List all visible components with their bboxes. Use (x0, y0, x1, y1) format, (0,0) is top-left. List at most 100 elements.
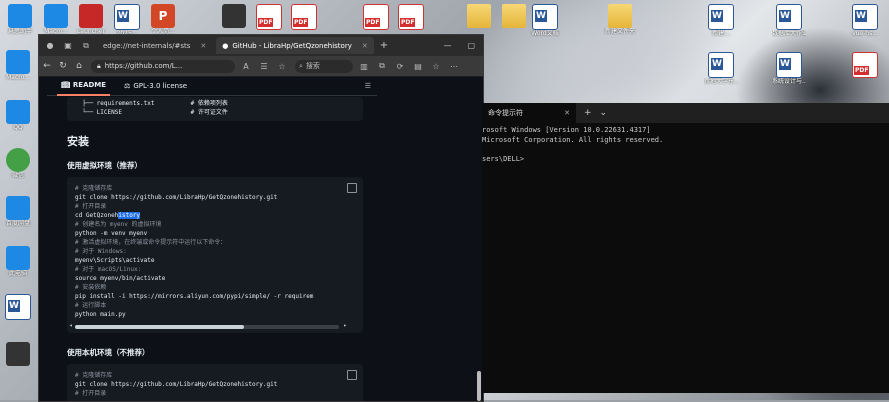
readme-nav: 📖︎ README ⚖︎ GPL-3.0 license ☰ (47, 77, 377, 96)
local-code-block: # 克隆储存库 git clone https://github.com/Libr… (67, 364, 363, 401)
folder-icon (502, 4, 526, 28)
desktop-icon[interactable] (497, 4, 531, 28)
desktop-icon[interactable]: Macro... (1, 50, 35, 81)
copy-icon[interactable] (347, 370, 357, 380)
more-icon[interactable]: ⋯ (447, 62, 461, 71)
desktop-icon-label: 微信 (11, 172, 24, 179)
code-line: # 打开目录 (75, 390, 107, 397)
desktop-icon[interactable]: 2025... (110, 4, 144, 37)
desktop-icon-label: Word文档 (531, 30, 559, 37)
desktop-icon[interactable]: Word文档 (528, 4, 562, 37)
close-tab-icon[interactable]: ✕ (362, 42, 368, 50)
back-icon[interactable]: ← (39, 61, 55, 71)
scroll-left-icon[interactable]: ◂ (69, 321, 73, 330)
code-line: # 对于 Windows: (75, 248, 127, 255)
readme-tab[interactable]: 📖︎ README (57, 77, 111, 96)
maximize-icon[interactable]: ▢ (467, 41, 475, 50)
url-input[interactable]: 🔒︎ https://github.com/L... (91, 59, 235, 73)
desktop-icon[interactable] (217, 4, 251, 28)
pdf-icon (852, 52, 878, 78)
desktop-icon[interactable]: 新地大学东...学院实验报告 (704, 52, 738, 85)
terminal-line: Microsoft Corporation. All rights reserv… (482, 135, 664, 144)
desktop-icon[interactable] (394, 4, 428, 30)
read-aloud-icon[interactable]: ☰ (257, 62, 271, 71)
profile-icon[interactable]: ● (43, 39, 57, 53)
desktop-icon[interactable]: 新建文件夹 (603, 4, 637, 35)
desktop-icon[interactable]: Macro... (39, 4, 73, 35)
minimize-icon[interactable]: — (443, 41, 451, 50)
tab-github[interactable]: ● GitHub - LibraHp/GetQzonehistory ✕ (216, 37, 374, 54)
refresh-ext-icon[interactable]: ⟳ (393, 62, 407, 71)
desktop-icon[interactable]: vue-hs... (848, 4, 882, 37)
tab-label: GitHub - LibraHp/GetQzonehistory (232, 41, 352, 50)
desktop-icon[interactable] (252, 4, 286, 30)
terminal-line: sers\DELL> (482, 154, 525, 163)
desktop-icon[interactable] (1, 294, 35, 320)
desktop-icon[interactable] (848, 52, 882, 78)
new-tab-button[interactable]: + (584, 108, 592, 118)
desktop-icon[interactable]: 数据库大作业...docx (772, 4, 806, 37)
desktop-icon[interactable]: Launcher (74, 4, 108, 35)
folder-icon (608, 4, 632, 28)
folder-icon (467, 4, 491, 28)
word-icon (114, 4, 140, 30)
venv-code-block: # 克隆储存库 git clone https://github.com/Libr… (67, 177, 363, 333)
desktop-icon[interactable]: 微信 (1, 148, 35, 179)
desktop-icon[interactable]: QQ (1, 100, 35, 131)
code-line: # 激活虚拟环境，在终端或命令提示符中运行以下命令： (75, 239, 227, 246)
desktop-icon[interactable] (287, 4, 321, 30)
desktop-icon-label: vue-hs... (852, 30, 878, 37)
desktop-icon-label: 此电脑 (8, 270, 27, 277)
desktop-icon[interactable] (1, 342, 35, 366)
license-tab[interactable]: ⚖︎ GPL-3.0 license (120, 77, 191, 95)
tab-actions-icon[interactable]: ⧉ (79, 39, 93, 53)
sidebar-icon[interactable]: ▥ (357, 62, 371, 71)
home-icon[interactable]: ⌂ (71, 61, 87, 71)
workspaces-icon[interactable]: ▣ (61, 39, 75, 53)
collections-icon[interactable]: ▤ (411, 62, 425, 71)
horizontal-scrollbar[interactable] (75, 325, 339, 329)
word-icon (852, 4, 878, 30)
chevron-down-icon[interactable]: ⌄ (600, 108, 608, 118)
desktop-icon[interactable]: 新建... (704, 4, 738, 37)
new-tab-button[interactable]: + (380, 40, 388, 51)
code-line: pip install -i https://mirrors.aliyun.co… (75, 293, 314, 300)
refresh-icon[interactable]: ↻ (55, 61, 71, 71)
heading-install: 安装 (67, 135, 89, 148)
terminal-tab[interactable]: 命令提示符 ✕ (482, 103, 576, 123)
tree-code-block: ├── requirements.txt # 依赖项列表 └── LICENSE… (67, 97, 363, 121)
scroll-right-icon[interactable]: ▸ (343, 321, 347, 330)
vertical-scrollbar[interactable] (477, 77, 481, 401)
desktop-icon[interactable] (359, 4, 393, 30)
qq-icon (6, 100, 30, 124)
desktop-icon[interactable]: 此电脑 (1, 246, 35, 277)
code-line: source myenv/bin/activate (75, 275, 166, 282)
close-tab-icon[interactable]: ✕ (564, 109, 570, 117)
search-button[interactable]: ⌕ 搜索 (295, 59, 353, 73)
desktop-icon[interactable]: 系统设计与...设计报告 (772, 52, 806, 85)
search-label: 搜索 (305, 62, 320, 70)
translate-icon[interactable]: A (239, 62, 253, 71)
tab-bar: ● ▣ ⧉ edge://net-internals/#sts ✕ ● GitH… (39, 35, 483, 56)
desktop-icon[interactable]: 百度网盘 (1, 196, 35, 227)
app-icon (44, 4, 68, 28)
pdf-icon (256, 4, 282, 30)
code-line: git clone https://github.com/LibraHp/Get… (75, 381, 278, 388)
desktop-icon[interactable] (462, 4, 496, 28)
terminal-output[interactable]: rosoft Windows [Version 10.0.22631.4317]… (482, 123, 889, 164)
favorites-bar-icon[interactable]: ☆ (429, 62, 443, 71)
extensions-icon[interactable]: ⧉ (375, 61, 389, 71)
close-tab-icon[interactable]: ✕ (200, 42, 206, 50)
desktop-icon[interactable]: 悬思助手 (3, 4, 37, 35)
favorite-icon[interactable]: ☆ (275, 62, 289, 71)
desktop-icon-label: 新地大学东...学院实验报告 (704, 78, 738, 85)
app-icon (6, 50, 30, 74)
lock-icon: 🔒︎ (97, 61, 101, 70)
outline-menu-icon[interactable]: ☰ (365, 82, 371, 90)
url-text: https://github.com/L... (104, 62, 183, 70)
word-icon (708, 52, 734, 78)
desktop-icon-label: 系统设计与...设计报告 (772, 78, 806, 85)
copy-icon[interactable] (347, 183, 357, 193)
tab-net-internals[interactable]: edge://net-internals/#sts ✕ (97, 37, 212, 54)
desktop-icon[interactable]: P 个人简... (146, 4, 180, 35)
